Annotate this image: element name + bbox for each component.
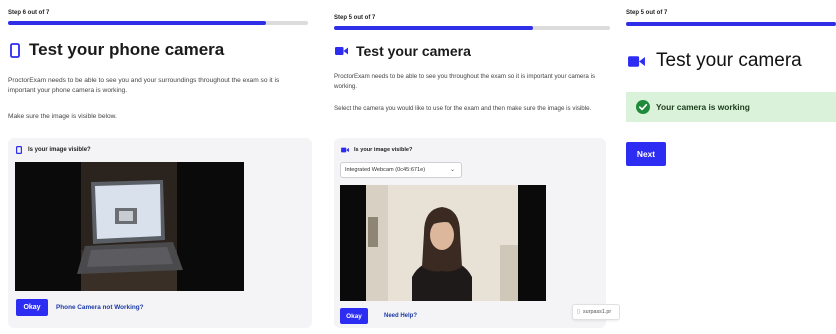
page-title-text: Test your camera [656, 50, 802, 71]
okay-button[interactable]: Okay [340, 308, 368, 324]
progress-bar [626, 22, 836, 26]
page-title-text: Test your phone camera [29, 40, 225, 59]
page-title: Test your camera [335, 43, 471, 59]
camera-select-value: Integrated Webcam (0c45:671e) [345, 167, 426, 173]
video-camera-icon [341, 147, 349, 153]
step-indicator: Step 5 out of 7 [626, 10, 668, 16]
camera-check-card: Is your image visible? Okay Phone Camera… [8, 138, 312, 328]
video-camera-icon [628, 55, 645, 67]
progress-bar [8, 21, 308, 25]
page-title: Test your phone camera [10, 40, 224, 60]
video-camera-icon [335, 47, 348, 55]
phone-icon [10, 42, 20, 58]
webcam-preview [340, 185, 546, 301]
success-alert: Your camera is working [626, 92, 836, 122]
progress-fill [626, 22, 836, 26]
page-title: Test your camera [628, 50, 802, 72]
laptop-preview-image [15, 162, 244, 291]
success-message: Your camera is working [656, 102, 750, 112]
progress-fill [8, 21, 266, 25]
webcam-step-panel: Step 5 out of 7 Test your camera Proctor… [326, 0, 620, 334]
camera-result-panel: Step 5 out of 7 Test your camera Your ca… [620, 0, 836, 334]
phone-camera-step-panel: Step 6 out of 7 Test your phone camera P… [0, 0, 318, 334]
camera-select[interactable]: Integrated Webcam (0c45:671e) ⌄ [340, 162, 462, 178]
download-chip-label: surpass1.pr [582, 309, 612, 315]
file-icon: ▯ [577, 309, 580, 315]
phone-camera-not-working-link[interactable]: Phone Camera not Working? [56, 304, 144, 311]
progress-fill [334, 26, 533, 30]
intro-paragraph: ProctorExam needs to be able to see you … [8, 77, 280, 94]
chevron-down-icon: ⌄ [449, 167, 455, 173]
instruction-paragraph: Select the camera you would like to use … [334, 105, 592, 112]
phone-icon [16, 146, 22, 154]
check-circle-icon [636, 100, 650, 114]
download-chip[interactable]: ▯ surpass1.pr [572, 304, 620, 320]
card-header: Is your image visible? [16, 146, 91, 154]
camera-check-card: Is your image visible? Integrated Webcam… [334, 138, 606, 328]
person-preview-image [340, 185, 546, 301]
step-indicator: Step 6 out of 7 [8, 10, 50, 16]
card-title: Is your image visible? [28, 147, 91, 153]
intro-paragraph: ProctorExam needs to be able to see you … [334, 73, 596, 90]
next-button[interactable]: Next [626, 142, 666, 166]
phone-camera-preview [15, 162, 244, 291]
instruction-paragraph: Make sure the image is visible below. [8, 113, 117, 120]
progress-bar [334, 26, 610, 30]
step-indicator: Step 5 out of 7 [334, 15, 376, 21]
card-title: Is your image visible? [354, 147, 413, 153]
card-header: Is your image visible? [341, 147, 412, 153]
page-title-text: Test your camera [356, 43, 471, 59]
okay-button[interactable]: Okay [16, 299, 48, 316]
need-help-link[interactable]: Need Help? [384, 313, 417, 319]
